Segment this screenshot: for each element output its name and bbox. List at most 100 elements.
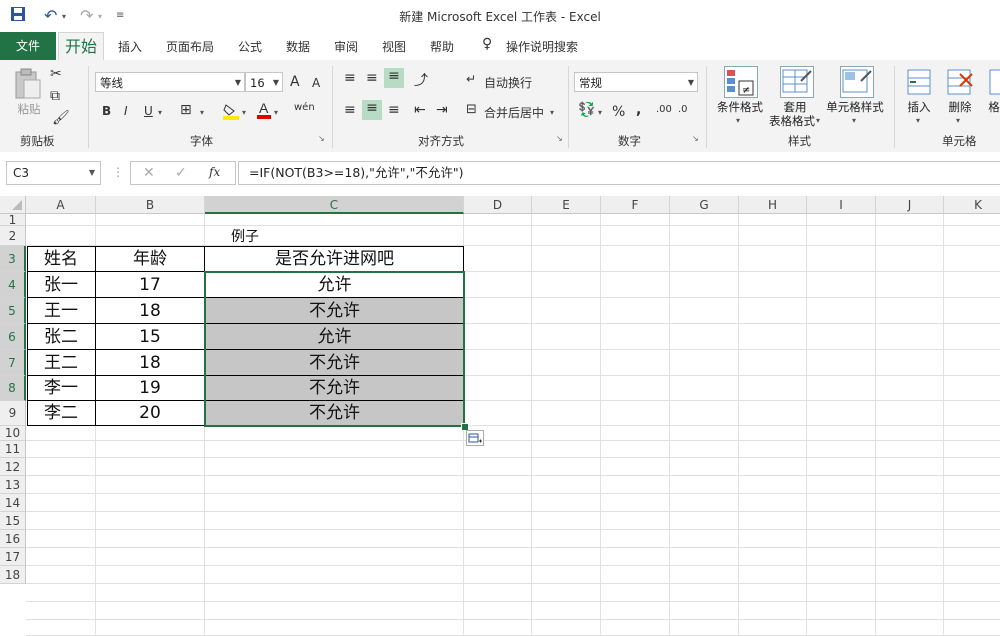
chevron-down-icon[interactable]: ▾ xyxy=(736,116,740,125)
align-top-icon[interactable]: ≡ xyxy=(344,70,356,86)
delete-cells-label[interactable]: 删除 xyxy=(944,100,976,114)
tab-home[interactable]: 开始 xyxy=(58,32,104,61)
row-header-18[interactable]: 18 xyxy=(0,566,26,584)
number-format-select[interactable]: 常规 ▼ xyxy=(574,72,698,92)
cell-A5[interactable]: 张二 xyxy=(27,324,96,350)
chevron-down-icon[interactable]: ▾ xyxy=(200,108,204,117)
column-header-H[interactable]: H xyxy=(739,196,807,214)
column-header-F[interactable]: F xyxy=(601,196,670,214)
column-header-E[interactable]: E xyxy=(532,196,601,214)
dialog-launcher-icon[interactable]: ↘ xyxy=(556,134,563,143)
fill-color-icon[interactable] xyxy=(222,102,240,120)
conditional-formatting-label[interactable]: 条件格式 xyxy=(712,100,768,114)
increase-decimal-icon[interactable]: .00 xyxy=(656,104,672,115)
bold-button[interactable]: B xyxy=(102,104,111,118)
cell-A6[interactable]: 王二 xyxy=(27,350,96,376)
chevron-down-icon[interactable]: ▾ xyxy=(852,116,856,125)
tab-file[interactable]: 文件 xyxy=(0,32,56,60)
chevron-down-icon[interactable]: ▾ xyxy=(550,108,554,117)
row-header-5[interactable]: 5 xyxy=(0,298,26,324)
chevron-down-icon[interactable]: ▾ xyxy=(816,116,820,125)
increase-indent-icon[interactable]: ⇥ xyxy=(436,102,448,118)
format-as-table-label-1[interactable]: 套用 xyxy=(772,100,818,114)
comma-button[interactable]: , xyxy=(636,102,641,118)
row-header-13[interactable]: 13 xyxy=(0,476,26,494)
tell-me-search[interactable]: 操作说明搜索 xyxy=(506,38,578,55)
column-header-I[interactable]: I xyxy=(807,196,876,214)
row-header-2[interactable]: 2 xyxy=(0,226,26,246)
row-header-7[interactable]: 7 xyxy=(0,350,26,376)
row-header-6[interactable]: 6 xyxy=(0,324,26,350)
row-header-16[interactable]: 16 xyxy=(0,530,26,548)
chevron-down-icon[interactable]: ▾ xyxy=(158,108,162,117)
row-header-9[interactable]: 9 xyxy=(0,401,26,426)
row-header-11[interactable]: 11 xyxy=(0,441,26,458)
row-header-14[interactable]: 14 xyxy=(0,494,26,512)
tab-page-layout[interactable]: 页面布局 xyxy=(166,38,214,55)
enter-icon[interactable]: ✓ xyxy=(175,165,187,181)
row-header-15[interactable]: 15 xyxy=(0,512,26,530)
formula-input[interactable]: =IF(NOT(B3>=18),"允许","不允许") xyxy=(238,161,1000,185)
row-header-8[interactable]: 8 xyxy=(0,376,26,401)
borders-icon[interactable]: ⊞ xyxy=(180,102,192,118)
format-cells-icon[interactable] xyxy=(988,68,1000,96)
align-right-icon[interactable]: ≡ xyxy=(388,102,400,118)
header-age[interactable]: 年龄 xyxy=(96,246,205,272)
align-center-icon[interactable]: ≡ xyxy=(362,100,382,120)
column-header-C[interactable]: C xyxy=(205,196,464,214)
dialog-launcher-icon[interactable]: ↘ xyxy=(692,134,699,143)
cell-A8[interactable]: 李二 xyxy=(27,401,96,426)
chevron-down-icon[interactable]: ▾ xyxy=(598,108,602,117)
cell-A4[interactable]: 王一 xyxy=(27,298,96,324)
insert-cells-icon[interactable] xyxy=(906,68,932,96)
cell-A3[interactable]: 张一 xyxy=(27,272,96,298)
tab-view[interactable]: 视图 xyxy=(382,38,406,55)
cell-styles-icon[interactable] xyxy=(840,66,874,98)
chevron-down-icon[interactable]: ▾ xyxy=(956,116,960,125)
format-as-table-icon[interactable] xyxy=(780,66,814,98)
wrap-text-icon[interactable]: ↵ xyxy=(466,72,476,86)
format-painter-icon[interactable]: 🖌 xyxy=(52,110,70,126)
column-header-D[interactable]: D xyxy=(464,196,532,214)
format-as-table-label-2[interactable]: 表格格式 xyxy=(764,114,820,128)
font-color-icon[interactable]: A xyxy=(256,100,272,120)
copy-icon[interactable]: ⧉ xyxy=(50,88,60,104)
wrap-text-button[interactable]: 自动换行 xyxy=(484,74,532,91)
conditional-formatting-icon[interactable]: ≠ xyxy=(724,66,758,98)
paste-icon[interactable] xyxy=(12,68,42,100)
align-bottom-icon[interactable]: ≡ xyxy=(384,68,404,88)
cell-B7[interactable]: 19 xyxy=(96,376,205,401)
row-header-17[interactable]: 17 xyxy=(0,548,26,566)
decrease-indent-icon[interactable]: ⇤ xyxy=(414,102,426,118)
cancel-icon[interactable]: ✕ xyxy=(143,165,155,181)
row-header-3[interactable]: 3 xyxy=(0,246,26,272)
font-family-select[interactable]: 等线 ▼ xyxy=(95,72,245,92)
column-header-K[interactable]: K xyxy=(944,196,1000,214)
italic-button[interactable]: I xyxy=(124,104,128,118)
cell-A7[interactable]: 李一 xyxy=(27,376,96,401)
row-header-4[interactable]: 4 xyxy=(0,272,26,298)
cell-B5[interactable]: 15 xyxy=(96,324,205,350)
row-header-10[interactable]: 10 xyxy=(0,426,26,441)
name-box[interactable]: C3 ▼ xyxy=(6,161,101,185)
tab-formulas[interactable]: 公式 xyxy=(238,38,262,55)
font-size-select[interactable]: 16 ▼ xyxy=(245,72,283,92)
cell-B6[interactable]: 18 xyxy=(96,350,205,376)
cell-styles-label[interactable]: 单元格样式 xyxy=(822,100,888,114)
delete-cells-icon[interactable] xyxy=(946,68,974,96)
percent-button[interactable]: % xyxy=(612,104,625,120)
cell-B4[interactable]: 18 xyxy=(96,298,205,324)
decrease-decimal-icon[interactable]: .0 xyxy=(678,104,688,115)
quick-analysis-icon[interactable] xyxy=(466,430,484,446)
tab-review[interactable]: 审阅 xyxy=(334,38,358,55)
tab-help[interactable]: 帮助 xyxy=(430,38,454,55)
select-all-corner[interactable] xyxy=(0,196,26,214)
align-middle-icon[interactable]: ≡ xyxy=(366,70,378,86)
tab-insert[interactable]: 插入 xyxy=(118,38,142,55)
chevron-down-icon[interactable]: ▾ xyxy=(274,108,278,117)
chevron-down-icon[interactable]: ▾ xyxy=(916,116,920,125)
cell-B3[interactable]: 17 xyxy=(96,272,205,298)
insert-cells-label[interactable]: 插入 xyxy=(904,100,934,114)
cell-B8[interactable]: 20 xyxy=(96,401,205,426)
format-cells-label[interactable]: 格 xyxy=(988,100,1000,114)
